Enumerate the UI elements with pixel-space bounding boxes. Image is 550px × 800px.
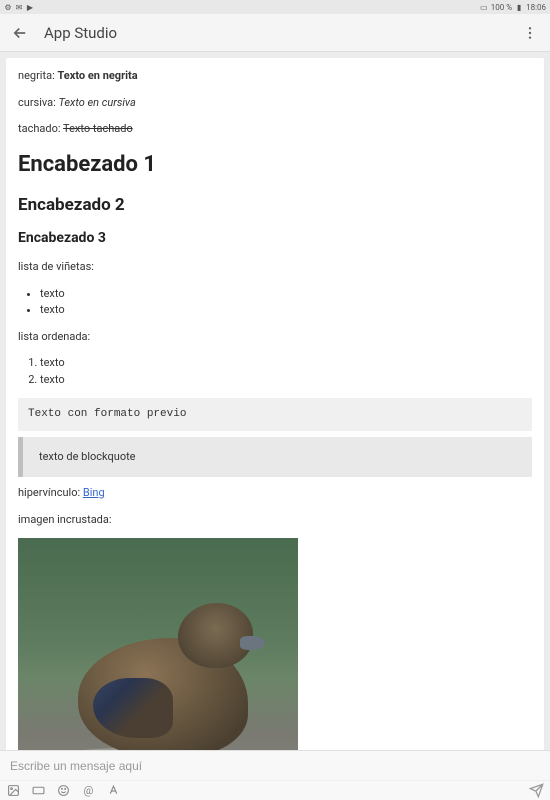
italic-label: cursiva:: [18, 96, 59, 109]
status-battery-text: 100 %: [491, 3, 512, 12]
hyperlink[interactable]: Bing: [83, 486, 105, 499]
status-gear-icon: ⚙: [4, 3, 12, 11]
gif-icon[interactable]: [31, 783, 46, 798]
send-icon[interactable]: [529, 783, 544, 798]
embedded-image-label: imagen incrustada:: [18, 512, 532, 529]
format-icon[interactable]: [106, 783, 121, 798]
heading-2: Encabezado 2: [18, 193, 532, 219]
app-title: App Studio: [44, 24, 520, 42]
status-bar: ⚙ ✉ ▶ ▭ 100 % ▮ 18:06: [0, 0, 550, 14]
heading-3: Encabezado 3: [18, 228, 532, 249]
more-vert-icon[interactable]: [520, 23, 540, 43]
status-time: 18:06: [526, 3, 546, 12]
list-item: texto: [40, 372, 532, 389]
message-list[interactable]: negrita: Texto en negrita cursiva: Texto…: [0, 52, 550, 750]
ordered-list-label: lista ordenada:: [18, 329, 532, 346]
list-item: texto: [40, 286, 532, 303]
image-icon[interactable]: [6, 783, 21, 798]
link-label: hipervínculo:: [18, 486, 83, 499]
blockquote: texto de blockquote: [18, 437, 532, 478]
ordered-list: texto texto: [40, 355, 532, 388]
status-mail-icon: ✉: [15, 3, 23, 11]
compose-input[interactable]: [10, 759, 540, 773]
strike-label: tachado:: [18, 122, 63, 135]
italic-sample: cursiva: Texto en cursiva: [18, 95, 532, 112]
italic-text: Texto en cursiva: [59, 96, 136, 109]
status-play-icon: ▶: [26, 3, 34, 11]
bold-sample: negrita: Texto en negrita: [18, 68, 532, 85]
app-bar: App Studio: [0, 14, 550, 52]
message-card: negrita: Texto en negrita cursiva: Texto…: [6, 58, 544, 750]
status-battery-icon: ▮: [515, 3, 523, 11]
status-signal-icon: ▭: [480, 3, 488, 11]
heading-1: Encabezado 1: [18, 148, 532, 181]
compose-bar: [0, 750, 550, 780]
embedded-image: [18, 538, 298, 750]
hyperlink-sample: hipervínculo: Bing: [18, 485, 532, 502]
bold-text: Texto en negrita: [57, 69, 137, 82]
preformatted-block: Texto con formato previo: [18, 398, 532, 431]
back-icon[interactable]: [10, 23, 30, 43]
bullet-list: texto texto: [40, 286, 532, 319]
list-item: texto: [40, 302, 532, 319]
mention-icon[interactable]: @: [81, 783, 96, 798]
bold-label: negrita:: [18, 69, 57, 82]
emoji-icon[interactable]: [56, 783, 71, 798]
bullet-list-label: lista de viñetas:: [18, 259, 532, 276]
list-item: texto: [40, 355, 532, 372]
compose-toolbar: @: [0, 780, 550, 800]
strike-sample: tachado: Texto tachado: [18, 121, 532, 138]
strike-text: Texto tachado: [63, 122, 133, 135]
